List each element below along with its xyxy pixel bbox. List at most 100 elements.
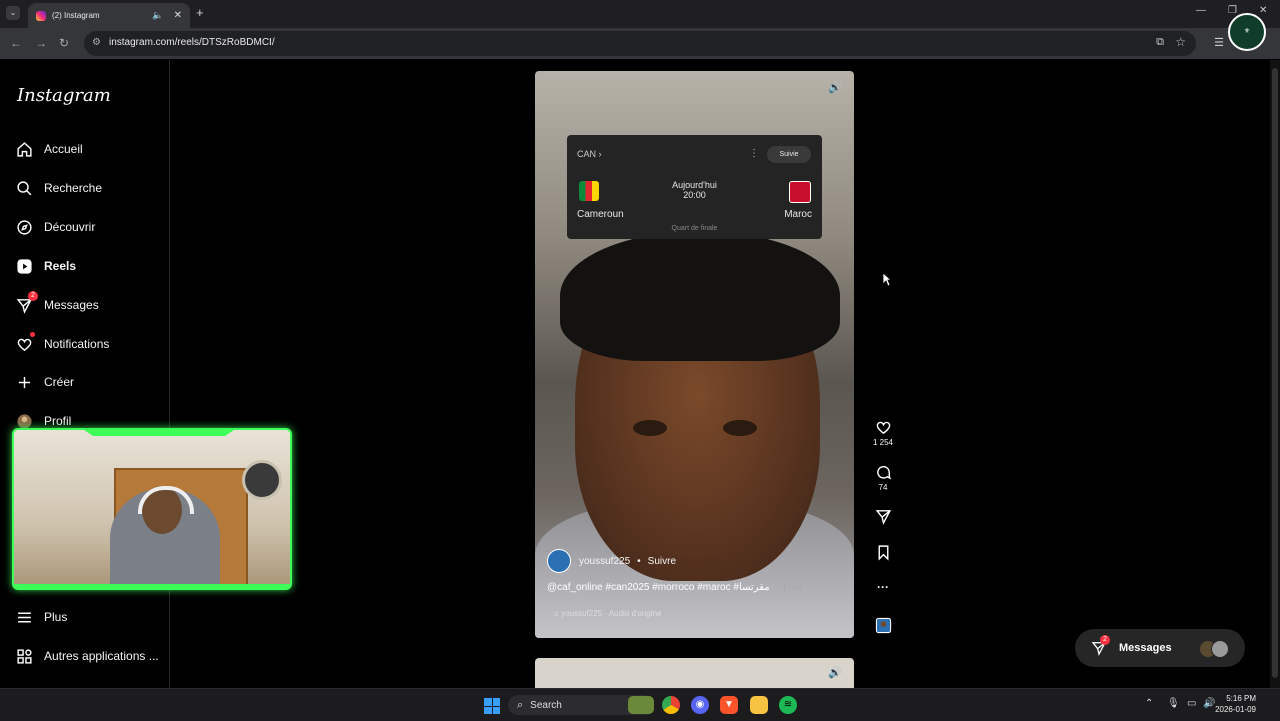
sidebar-item-recherche[interactable]: Recherche [16, 176, 102, 200]
sidebar-item-label: Recherche [44, 181, 103, 195]
sidebar-item-notifications[interactable]: Notifications [16, 332, 109, 356]
sidebar-item-accueil[interactable]: Accueil [16, 137, 83, 161]
sidebar-item-label: Accueil [44, 142, 83, 156]
install-app-icon[interactable]: ⧉ [1156, 36, 1164, 49]
grid-icon [17, 648, 32, 664]
microphone-icon[interactable]: 🎙 [1167, 698, 1180, 709]
plus-icon [18, 376, 31, 388]
instagram-favicon-icon [36, 10, 46, 21]
sidebar-item-label: Notifications [44, 337, 110, 351]
reel-video[interactable]: 🔊 CAN › ⋮ Suivie Aujourd'hui 20:00 Camer… [535, 71, 854, 638]
more-options-icon[interactable]: ⋮ [749, 148, 759, 159]
avatar [17, 413, 32, 429]
scrollbar-thumb[interactable] [1272, 68, 1278, 678]
messages-badge: 2 [28, 291, 38, 301]
audio-label: youssuf225 · Audio d'origine [561, 609, 662, 618]
minimize-icon[interactable]: — [1196, 5, 1206, 16]
reels-icon [17, 258, 32, 274]
follow-button[interactable]: Suivre [648, 556, 676, 567]
sidebar-item-creer[interactable]: Créer [16, 370, 74, 394]
chrome-icon[interactable] [662, 696, 680, 714]
tab-search-dropdown-icon[interactable]: ⌄ [6, 6, 20, 20]
match-round: Quart de finale [671, 225, 718, 232]
audio-avatar[interactable] [872, 617, 894, 636]
tab-title: (2) Instagram [52, 11, 100, 20]
music-note-icon: ♫ [553, 609, 562, 618]
messages-pill-badge: 2 [1100, 635, 1110, 645]
clock-time: 5:16 PM [1226, 694, 1256, 703]
reading-list-icon[interactable]: ☰ [1214, 36, 1224, 49]
site-info-icon[interactable]: ⚙ [92, 37, 101, 48]
close-window-icon[interactable]: ✕ [1259, 5, 1267, 16]
sidebar-item-label: Autres applications ... [44, 649, 159, 663]
match-time: 20:00 [683, 190, 706, 200]
messages-pill[interactable]: 2 Messages [1075, 629, 1245, 667]
discord-icon[interactable]: ◉ [691, 696, 709, 714]
brave-icon[interactable]: ▼ [720, 696, 738, 714]
like-button[interactable]: 1 254 [872, 419, 894, 447]
bookmark-star-icon[interactable]: ☆ [1175, 35, 1186, 49]
comment-icon [876, 465, 891, 480]
caption-more-link[interactable]: ... plus [772, 582, 801, 593]
match-competition[interactable]: CAN › [577, 149, 602, 159]
sidebar-item-label: Découvrir [44, 220, 96, 234]
match-day: Aujourd'hui [672, 180, 717, 190]
url-text[interactable]: instagram.com/reels/DTSzRoBDMCI/ [109, 37, 275, 48]
compass-icon [17, 219, 32, 235]
tab-audio-icon[interactable]: 🔈 [152, 10, 163, 21]
next-reel-preview[interactable]: 🔊 [535, 658, 854, 688]
network-icon[interactable]: ▭ [1187, 698, 1196, 709]
author-avatar[interactable] [547, 549, 571, 573]
taskbar-clock[interactable]: 5:16 PM 2026-01-09 [1215, 693, 1256, 715]
reel-author: youssuf225 • Suivre [547, 549, 676, 573]
tab-close-icon[interactable]: ✕ [174, 10, 182, 21]
sidebar-item-autres-applications[interactable]: Autres applications ... [16, 644, 159, 668]
sidebar-item-reels[interactable]: Reels [16, 254, 76, 278]
save-button[interactable] [872, 544, 894, 563]
address-bar[interactable]: ⚙ instagram.com/reels/DTSzRoBDMCI/ ⧉ ☆ [84, 31, 1196, 56]
sidebar-item-decouvrir[interactable]: Découvrir [16, 215, 95, 239]
instagram-logo[interactable]: Instagram [17, 85, 111, 106]
audio-avatar-icon [875, 617, 891, 634]
tray-chevron-icon[interactable]: ⌃ [1145, 698, 1153, 709]
webcam-wall-clock [242, 460, 282, 500]
page-scrollbar[interactable] [1270, 60, 1280, 688]
sound-toggle-icon[interactable]: 🔊 [828, 666, 842, 679]
notification-dot [30, 332, 35, 337]
reel-hair [560, 231, 840, 361]
reel-eyes [623, 416, 773, 442]
author-username[interactable]: youssuf225 [579, 556, 630, 567]
reload-icon[interactable]: ↻ [59, 36, 69, 50]
profile-avatar[interactable]: ⚜ [1228, 13, 1266, 51]
reel-audio[interactable]: ♫ youssuf225 · Audio d'origine [553, 609, 662, 618]
widget-icon[interactable] [628, 696, 654, 714]
clock-date: 2026-01-09 [1215, 705, 1256, 714]
windows-start-icon[interactable] [484, 698, 500, 714]
team-home: Cameroun [577, 209, 624, 220]
forward-icon[interactable]: → [35, 36, 47, 50]
maximize-icon[interactable]: ❐ [1228, 5, 1237, 16]
webcam-overlay [12, 428, 292, 590]
back-icon[interactable]: ← [10, 36, 22, 50]
caption-text: @caf_online #can2025 #morroco #maroc #مق… [547, 582, 770, 593]
share-button[interactable] [872, 508, 894, 527]
search-icon: ⌕ [517, 698, 524, 711]
sound-toggle-icon[interactable]: 🔊 [828, 81, 842, 94]
spotify-icon[interactable]: ≋ [779, 696, 797, 714]
bookmark-icon [878, 545, 888, 561]
match-card: CAN › ⋮ Suivie Aujourd'hui 20:00 Camerou… [567, 135, 822, 239]
file-explorer-icon[interactable] [750, 696, 768, 714]
more-options-icon[interactable]: ··· [872, 580, 894, 594]
mouse-cursor-icon [882, 272, 892, 287]
sidebar-item-plus[interactable]: Plus [16, 605, 67, 629]
sidebar-item-label: Créer [44, 375, 75, 389]
browser-tab-instagram[interactable]: (2) Instagram 🔈 ✕ [28, 3, 190, 28]
volume-icon[interactable]: 🔊 [1203, 698, 1215, 709]
new-tab-button[interactable]: + [196, 5, 204, 20]
like-count: 1 254 [872, 438, 894, 447]
team-away: Maroc [784, 209, 812, 220]
match-follow-button[interactable]: Suivie [767, 146, 811, 163]
reel-caption[interactable]: @caf_online #can2025 #morroco #maroc #مق… [547, 582, 802, 593]
comment-button[interactable]: 74 [872, 464, 894, 492]
sidebar-item-messages[interactable]: 2 Messages [16, 291, 99, 317]
